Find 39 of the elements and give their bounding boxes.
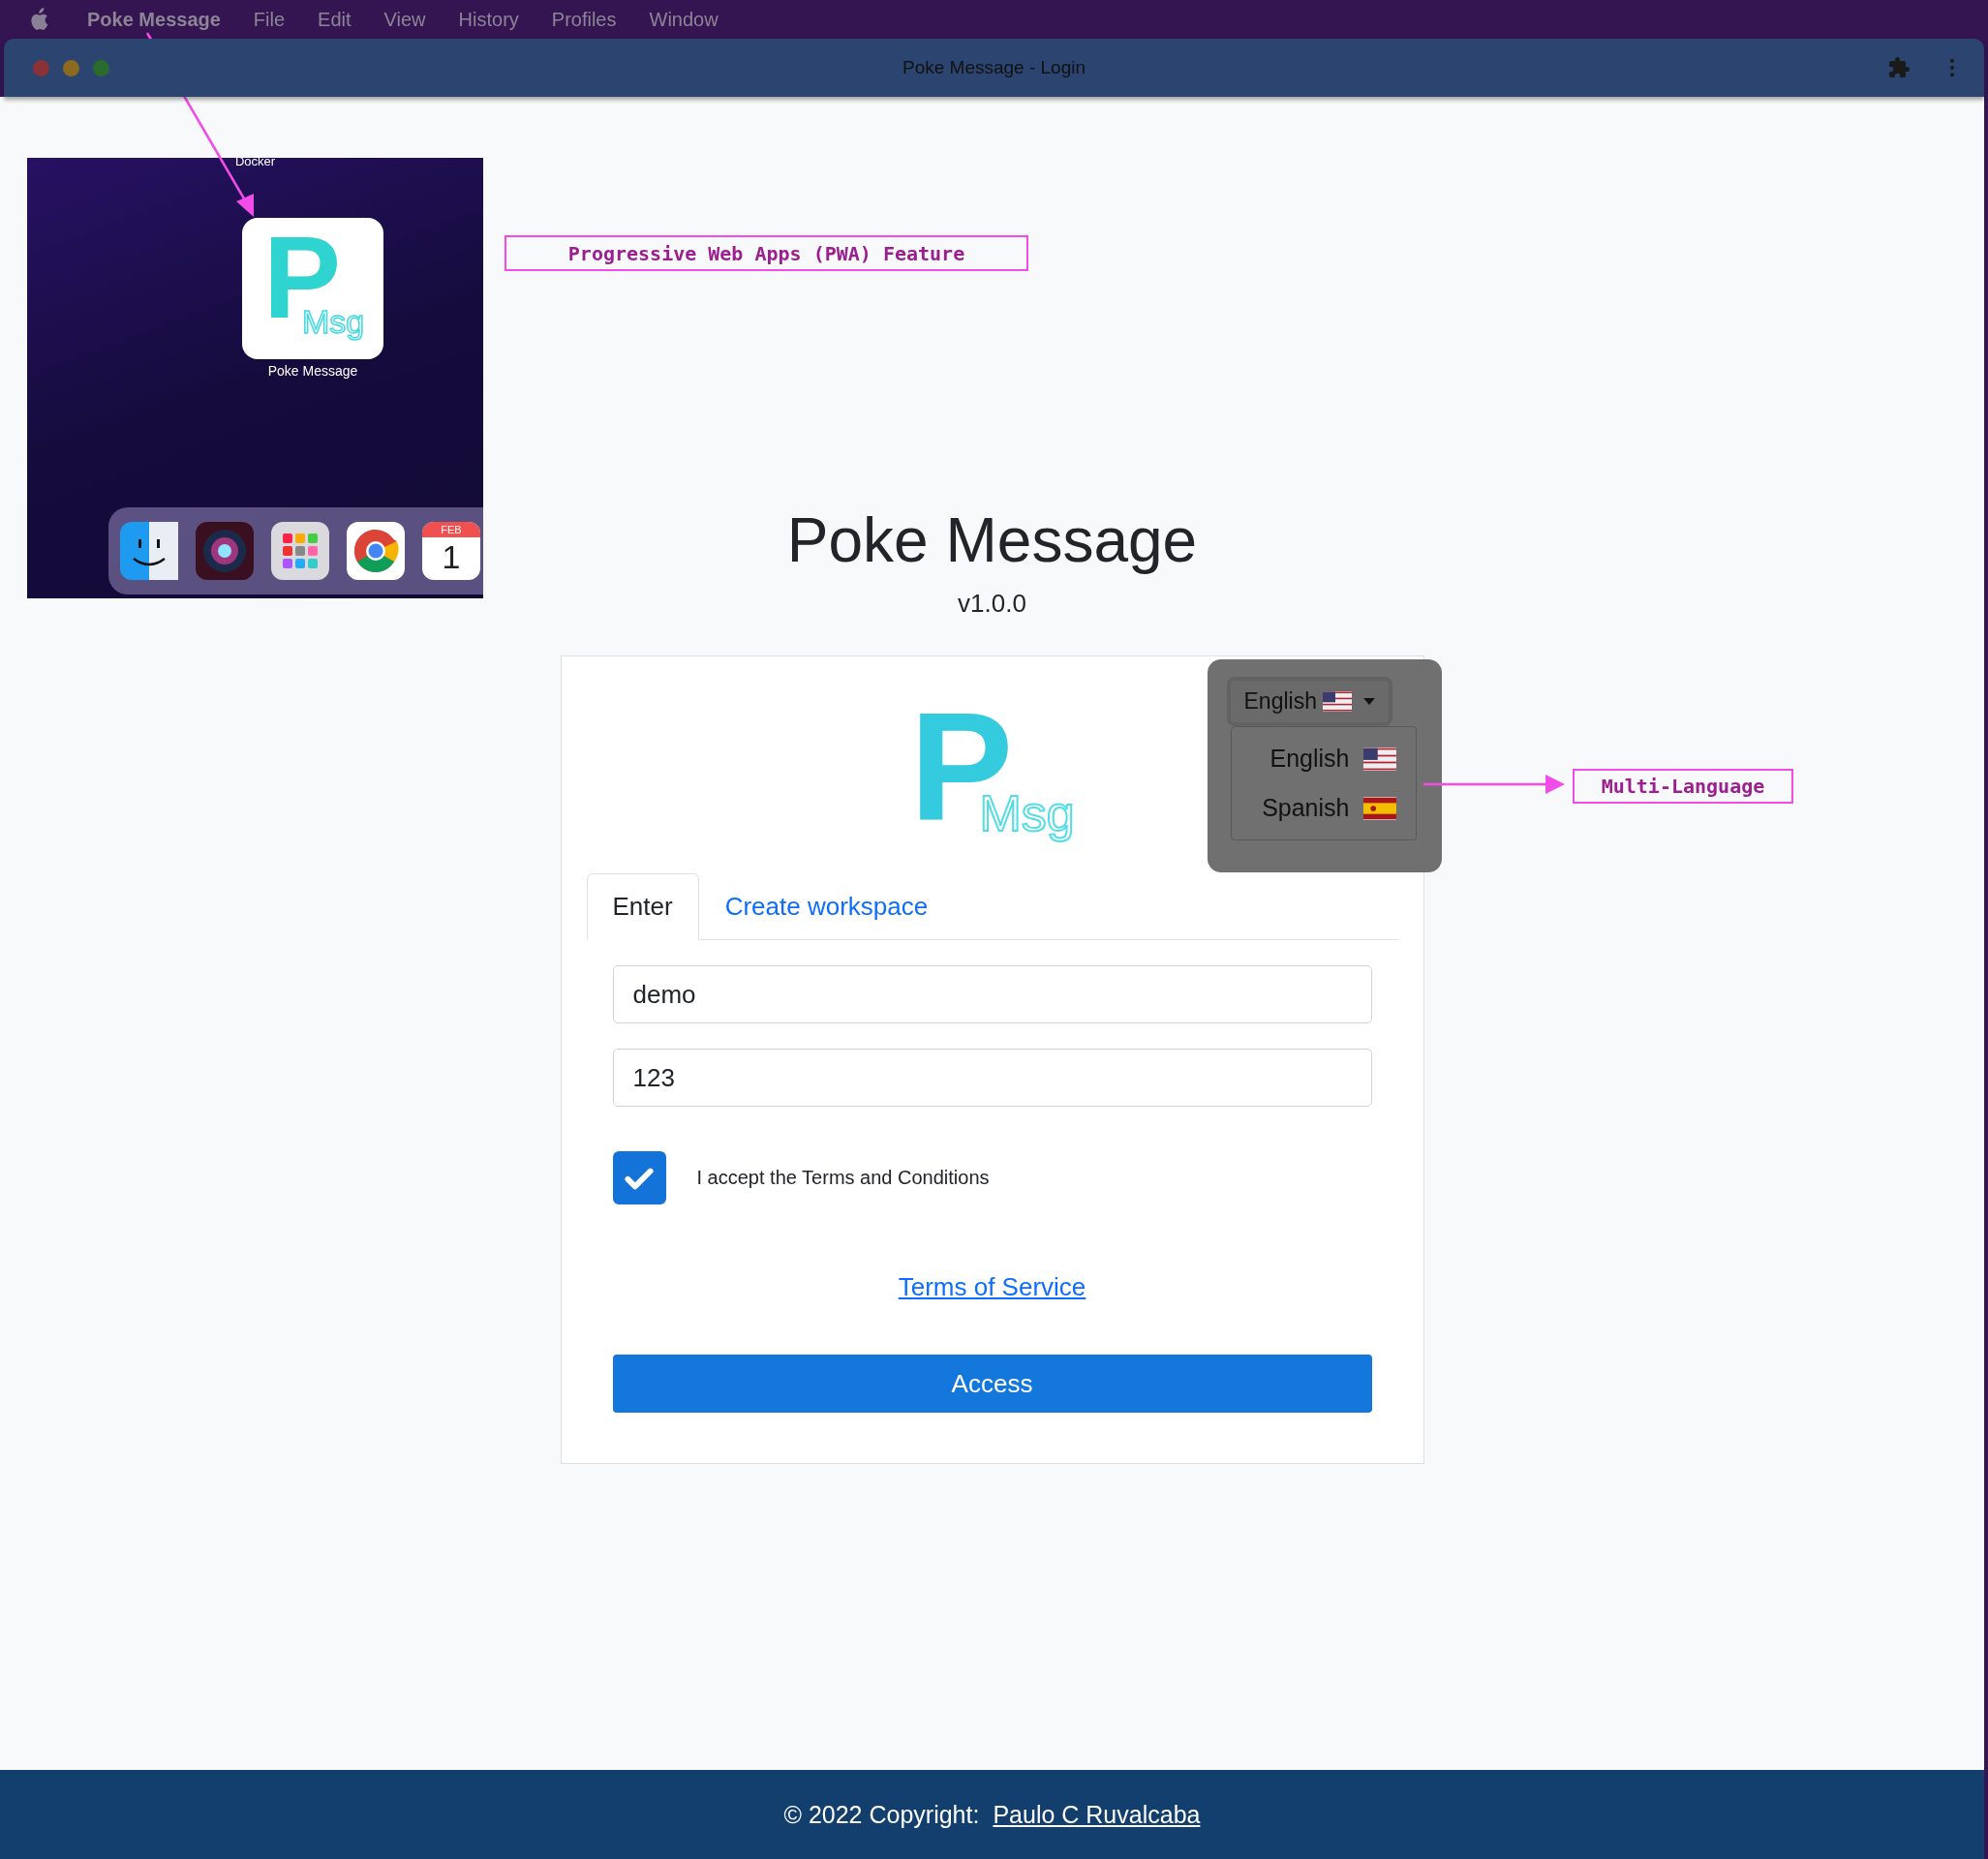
- window-title: Poke Message - Login: [902, 57, 1086, 78]
- app-logo: PMsg: [909, 707, 1075, 852]
- folder-label: Docker: [233, 154, 277, 168]
- caret-icon: [1362, 698, 1375, 705]
- calendar-icon[interactable]: FEB 1: [422, 522, 480, 580]
- input-field[interactable]: demo: [612, 965, 1372, 1023]
- orb-icon[interactable]: [196, 522, 254, 580]
- checkbox-label: I accept the Terms and Conditions: [696, 1167, 990, 1189]
- annotation-label: Progressive Web Apps (PWA) Feature: [505, 235, 1028, 271]
- checkbox[interactable]: [612, 1151, 666, 1204]
- app-grid-icon[interactable]: [271, 522, 329, 580]
- spain-flag-icon: [1362, 796, 1396, 820]
- menu-item[interactable]: Profiles: [551, 8, 617, 31]
- input-field[interactable]: 123: [612, 1049, 1372, 1107]
- menu-item[interactable]: Edit: [318, 8, 352, 31]
- us-flag-icon: [1362, 747, 1396, 771]
- menu-item[interactable]: View: [383, 8, 426, 31]
- language-option[interactable]: Spanish: [1240, 794, 1396, 822]
- app-menu[interactable]: Poke Message: [87, 8, 221, 31]
- apple-icon[interactable]: [29, 8, 48, 31]
- app-label: Poke Message: [266, 363, 359, 379]
- copyright-text: © 2022 Copyright:: [783, 1800, 980, 1829]
- access-button[interactable]: Access: [612, 1355, 1372, 1413]
- app-icon: PMsg: [242, 218, 383, 359]
- smiling-face-icon[interactable]: [120, 522, 178, 580]
- tab[interactable]: Create workspace: [698, 873, 955, 940]
- page-title: Poke Message: [786, 504, 1198, 577]
- menu-item[interactable]: File: [253, 8, 286, 31]
- chrome-icon[interactable]: [347, 522, 405, 580]
- menu-item[interactable]: History: [458, 8, 519, 31]
- us-flag-icon: [1322, 691, 1352, 712]
- version-label: v1.0.0: [958, 589, 1026, 619]
- annotation-label: Multi-Language: [1573, 769, 1793, 804]
- language-option[interactable]: English: [1240, 745, 1396, 773]
- author-link[interactable]: Paulo C Ruvalcaba: [993, 1800, 1201, 1829]
- tab[interactable]: Enter: [586, 873, 699, 940]
- language-dropdown[interactable]: English: [1226, 677, 1392, 726]
- menu-item[interactable]: Window: [649, 8, 719, 31]
- terms-link[interactable]: Terms of Service: [898, 1272, 1086, 1302]
